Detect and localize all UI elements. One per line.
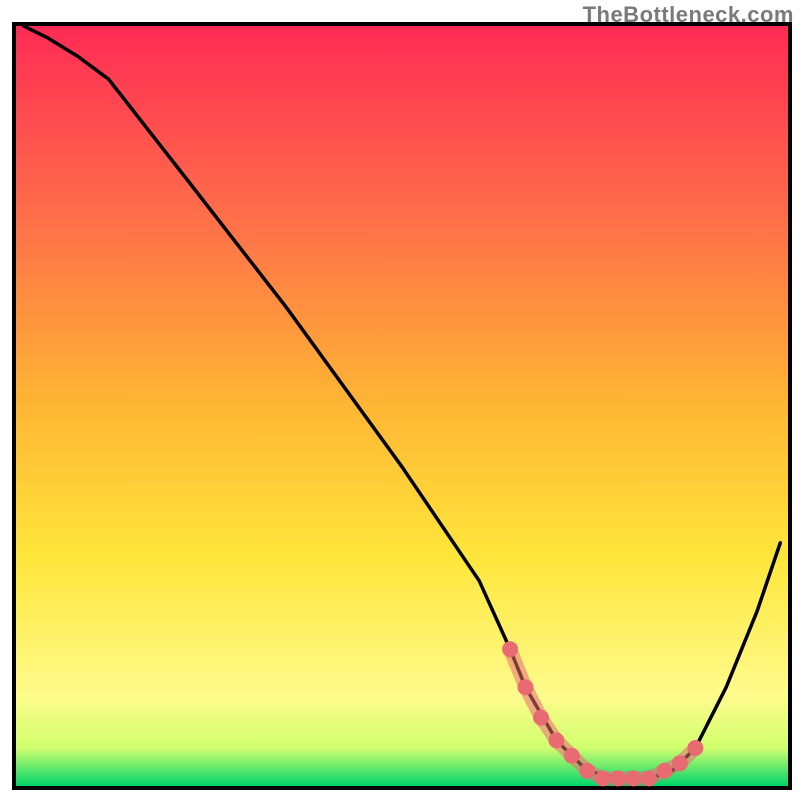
- watermark-text: TheBottleneck.com: [583, 2, 794, 28]
- chart-container: TheBottleneck.com: [0, 0, 800, 800]
- bottleneck-chart: [0, 0, 800, 800]
- optimal-marker-dot: [672, 755, 688, 771]
- optimal-marker-dot: [548, 732, 564, 748]
- optimal-marker-dot: [610, 770, 626, 786]
- optimal-marker-dot: [579, 763, 595, 779]
- optimal-marker-dot: [595, 770, 611, 786]
- optimal-marker-dot: [641, 770, 657, 786]
- optimal-marker-dot: [518, 679, 534, 695]
- optimal-marker-dot: [626, 770, 642, 786]
- optimal-marker-dot: [687, 740, 703, 756]
- optimal-marker-dot: [657, 763, 673, 779]
- plot-background: [16, 26, 788, 786]
- optimal-marker-dot: [533, 710, 549, 726]
- optimal-marker-dot: [502, 641, 518, 657]
- optimal-marker-dot: [564, 748, 580, 764]
